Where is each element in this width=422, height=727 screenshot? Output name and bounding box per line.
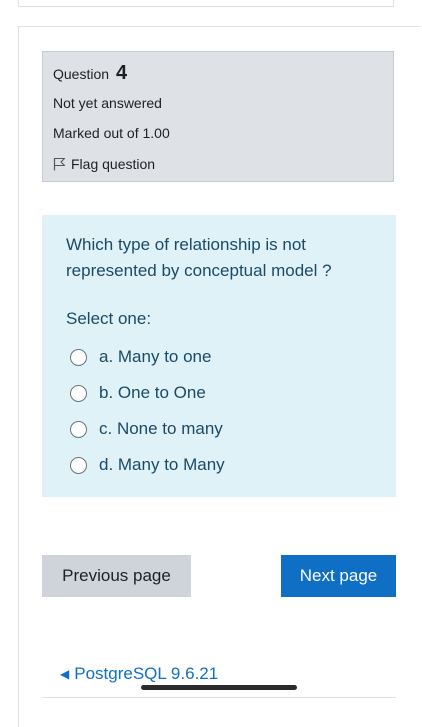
previous-page-button[interactable]: Previous page — [42, 555, 191, 597]
question-grade: Marked out of 1.00 — [53, 125, 170, 141]
question-formulation: Which type of relationship is not repres… — [42, 215, 396, 497]
answer-label[interactable]: d. Many to Many — [99, 455, 225, 475]
answer-label[interactable]: b. One to One — [99, 383, 206, 403]
radio-button[interactable] — [70, 456, 87, 474]
question-text: Which type of relationship is not repres… — [66, 235, 332, 280]
previous-card-edge — [18, 0, 394, 7]
answer-label[interactable]: c. None to many — [99, 419, 223, 439]
divider — [42, 697, 396, 698]
answer-option-a[interactable]: a. Many to one — [70, 339, 225, 375]
question-number-value: 4 — [115, 62, 128, 84]
next-page-button[interactable]: Next page — [281, 555, 396, 597]
question-state: Not yet answered — [53, 95, 162, 111]
question-label: Question — [53, 66, 110, 82]
question-number: Question 4 — [53, 62, 127, 85]
radio-button[interactable] — [70, 384, 87, 402]
answer-option-c[interactable]: c. None to many — [70, 411, 225, 447]
flag-question-link[interactable]: Flag question — [53, 156, 155, 172]
answer-options: a. Many to one b. One to One c. None to … — [70, 339, 225, 483]
left-triangle-icon: ◀ — [60, 667, 70, 681]
radio-button[interactable] — [70, 348, 87, 366]
flag-icon — [53, 157, 66, 171]
flag-question-label: Flag question — [71, 156, 156, 172]
answer-option-d[interactable]: d. Many to Many — [70, 447, 225, 483]
radio-button[interactable] — [70, 420, 87, 438]
question-info-panel: Question 4 Not yet answered Marked out o… — [42, 51, 394, 182]
answer-prompt: Select one: — [66, 309, 152, 328]
back-to-course-link[interactable]: ◀ PostgreSQL 9.6.21 — [60, 664, 218, 684]
answer-label[interactable]: a. Many to one — [99, 347, 211, 367]
back-link-label[interactable]: PostgreSQL 9.6.21 — [74, 664, 218, 684]
home-indicator[interactable] — [141, 685, 297, 690]
answer-option-b[interactable]: b. One to One — [70, 375, 225, 411]
